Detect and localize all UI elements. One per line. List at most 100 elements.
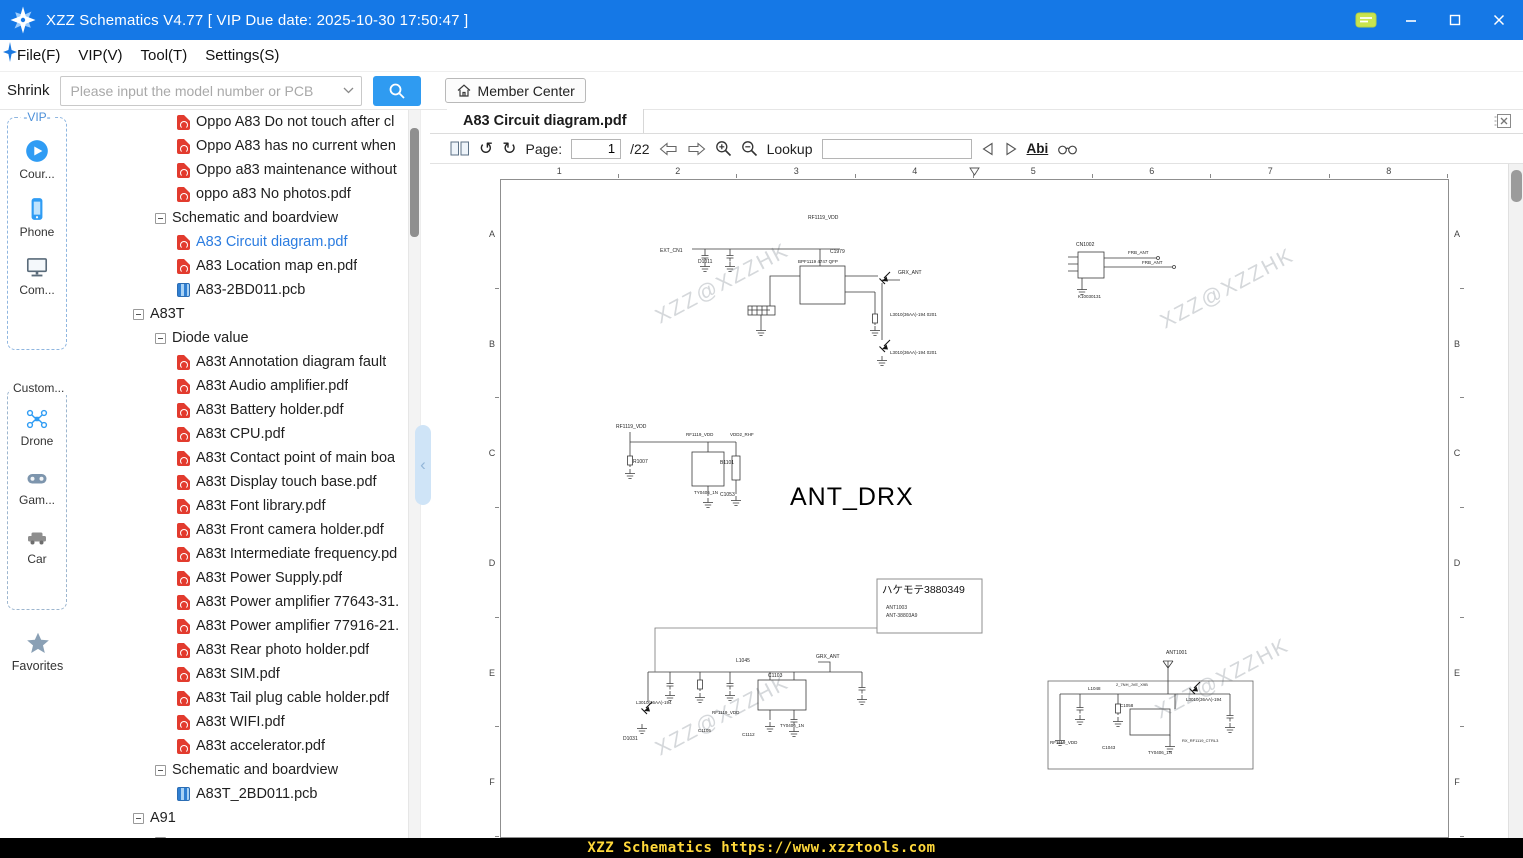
svg-text:RF1119_VDD: RF1119_VDD bbox=[616, 424, 647, 430]
sidebar-item-phone[interactable]: Phone bbox=[20, 196, 54, 239]
shrink-button[interactable]: Shrink bbox=[7, 82, 50, 99]
tree-item[interactable]: A83-2BD011.pcb bbox=[75, 278, 408, 302]
menu-bar: File(F) VIP(V) Tool(T) Settings(S) bbox=[0, 40, 1523, 72]
tree-item[interactable]: Oppo A83 has no current when bbox=[75, 134, 408, 158]
chevron-down-icon[interactable] bbox=[343, 87, 354, 94]
tree-item[interactable]: A83t Power Supply.pdf bbox=[75, 566, 408, 590]
menu-item-vip[interactable]: VIP(V) bbox=[78, 47, 122, 64]
pdf-file-icon bbox=[177, 114, 190, 130]
pdf-file-icon bbox=[177, 354, 190, 370]
find-next-icon[interactable] bbox=[1004, 141, 1018, 156]
sidebar-item-car[interactable]: Car bbox=[25, 525, 49, 566]
tree-item[interactable]: Diode value bbox=[75, 326, 408, 350]
tree-item[interactable]: A83t Power amplifier 77643-31. bbox=[75, 590, 408, 614]
pdf-file-icon bbox=[177, 402, 190, 418]
tree-item[interactable] bbox=[75, 830, 408, 838]
svg-text:D1031: D1031 bbox=[623, 736, 638, 742]
svg-text:C1105: C1105 bbox=[698, 728, 711, 733]
pdf-page-area[interactable]: XZZ@XZZHKXZZ@XZZHKXZZ@XZZHKXZZ@XZZHK bbox=[430, 164, 1508, 838]
minimize-button[interactable] bbox=[1401, 10, 1421, 30]
prev-page-icon[interactable] bbox=[659, 141, 678, 156]
svg-text:VDD2_RHF: VDD2_RHF bbox=[730, 432, 754, 437]
tree-item[interactable]: A91 bbox=[75, 806, 408, 830]
star-icon bbox=[26, 632, 49, 653]
find-prev-icon[interactable] bbox=[981, 141, 995, 156]
tree-item[interactable]: A83t Battery holder.pdf bbox=[75, 398, 408, 422]
menu-item-settings[interactable]: Settings(S) bbox=[205, 47, 279, 64]
page-input[interactable] bbox=[571, 138, 622, 159]
search-toolbar: Shrink Member Center bbox=[0, 72, 1523, 110]
tree-item[interactable]: A83t Rear photo holder.pdf bbox=[75, 638, 408, 662]
svg-text:FRB_ANT: FRB_ANT bbox=[1142, 260, 1163, 265]
tree-item[interactable]: A83t Front camera holder.pdf bbox=[75, 518, 408, 542]
tree-item[interactable]: A83t Audio amplifier.pdf bbox=[75, 374, 408, 398]
panel-collapse-handle[interactable]: ‹ bbox=[415, 425, 431, 505]
tree-item[interactable]: A83 Circuit diagram.pdf bbox=[75, 230, 408, 254]
pdf-file-icon bbox=[177, 522, 190, 538]
match-case-toggle[interactable]: Abi bbox=[1027, 141, 1049, 156]
model-search-input[interactable] bbox=[59, 75, 362, 106]
tree-item[interactable]: A83t WIFI.pdf bbox=[75, 710, 408, 734]
menu-item-tool[interactable]: Tool(T) bbox=[141, 47, 188, 64]
sidebar-item-game[interactable]: Gam... bbox=[19, 466, 55, 507]
phone-icon bbox=[31, 198, 43, 220]
tree-item[interactable]: oppo a83 No photos.pdf bbox=[75, 182, 408, 206]
member-center-label: Member Center bbox=[477, 82, 575, 99]
svg-text:RF1119_VDD: RF1119_VDD bbox=[712, 710, 740, 715]
tab-a83-circuit-diagram[interactable]: A83 Circuit diagram.pdf bbox=[447, 109, 644, 133]
tree-item[interactable]: A83t accelerator.pdf bbox=[75, 734, 408, 758]
find-all-icon[interactable] bbox=[1057, 142, 1078, 156]
sidebar-item-computer[interactable]: Com... bbox=[19, 254, 55, 297]
tree-item[interactable]: Schematic and boardview bbox=[75, 758, 408, 782]
zoom-out-icon[interactable] bbox=[741, 140, 758, 157]
tree-item[interactable]: A83 Location map en.pdf bbox=[75, 254, 408, 278]
zoom-in-icon[interactable] bbox=[715, 140, 732, 157]
tree-item[interactable]: Schematic and boardview bbox=[75, 206, 408, 230]
tree-item[interactable]: A83t Tail plug cable holder.pdf bbox=[75, 686, 408, 710]
tree-item[interactable]: A83t Display touch base.pdf bbox=[75, 470, 408, 494]
tree-item[interactable]: A83t Power amplifier 77916-21. bbox=[75, 614, 408, 638]
search-icon bbox=[389, 83, 405, 99]
maximize-button[interactable] bbox=[1445, 10, 1465, 30]
svg-text:GRX_ANT: GRX_ANT bbox=[816, 654, 840, 660]
pdf-scrollbar[interactable] bbox=[1508, 164, 1523, 838]
svg-text:L1045: L1045 bbox=[736, 658, 750, 664]
sidebar-item-drone[interactable]: Drone bbox=[21, 407, 53, 448]
tree-item[interactable]: A83t Intermediate frequency.pd bbox=[75, 542, 408, 566]
tree-item[interactable]: A83t Annotation diagram fault bbox=[75, 350, 408, 374]
tree-scrollbar-thumb[interactable] bbox=[410, 128, 419, 237]
svg-text:L3010(36AA)-194: L3010(36AA)-194 bbox=[1186, 697, 1222, 702]
close-button[interactable] bbox=[1489, 10, 1509, 30]
tree-item[interactable]: A83t Font library.pdf bbox=[75, 494, 408, 518]
pdf-scrollbar-thumb[interactable] bbox=[1511, 170, 1522, 202]
big-net-label: ANT_DRX bbox=[790, 483, 914, 511]
facing-pages-icon[interactable] bbox=[450, 141, 470, 156]
tree-item[interactable]: Oppo A83 Do not touch after cl bbox=[75, 110, 408, 134]
rotate-right-icon[interactable]: ↻ bbox=[502, 140, 516, 157]
lookup-input[interactable] bbox=[821, 138, 972, 159]
menu-item-file[interactable]: File(F) bbox=[17, 47, 60, 64]
svg-text:L3010(36AA)-194 0201: L3010(36AA)-194 0201 bbox=[890, 312, 937, 317]
svg-text:RF1119_VDD: RF1119_VDD bbox=[808, 215, 839, 221]
sidebar-item-favorites[interactable]: Favorites bbox=[0, 630, 75, 673]
search-button[interactable] bbox=[372, 75, 421, 106]
svg-text:L1048: L1048 bbox=[1088, 686, 1101, 691]
vip-card-icon[interactable] bbox=[1355, 12, 1377, 28]
tree-item[interactable]: Oppo a83 maintenance without bbox=[75, 158, 408, 182]
svg-text:C1979: C1979 bbox=[830, 249, 845, 255]
close-document-icon[interactable] bbox=[1494, 114, 1511, 131]
tree-item[interactable]: A83T_2BD011.pcb bbox=[75, 782, 408, 806]
svg-text:TY0406_1N: TY0406_1N bbox=[694, 490, 718, 495]
member-center-button[interactable]: Member Center bbox=[444, 78, 586, 103]
rotate-left-icon[interactable]: ↺ bbox=[479, 140, 493, 157]
next-page-icon[interactable] bbox=[687, 141, 706, 156]
tree-item[interactable]: A83t CPU.pdf bbox=[75, 422, 408, 446]
ruler-col-label: 2 bbox=[619, 164, 738, 179]
panel-splitter[interactable]: ‹ bbox=[415, 110, 431, 838]
tree-item[interactable]: A83T bbox=[75, 302, 408, 326]
tree-item[interactable]: A83t SIM.pdf bbox=[75, 662, 408, 686]
lookup-label: Lookup bbox=[766, 140, 813, 157]
sidebar-item-course[interactable]: Cour... bbox=[19, 138, 55, 181]
tree-item[interactable]: A83t Contact point of main boa bbox=[75, 446, 408, 470]
vip-sidebar: -VIP- Cour... Phone Com... Custom... Dro… bbox=[0, 110, 75, 838]
